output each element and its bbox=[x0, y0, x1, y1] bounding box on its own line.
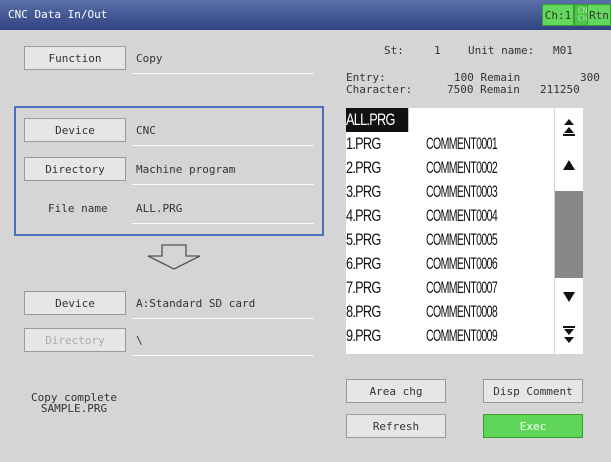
file-row[interactable]: 1.PRG COMMENT0001 bbox=[346, 132, 554, 156]
display-comment-button[interactable]: Disp Comment bbox=[483, 379, 583, 403]
dest-device-button[interactable]: Device bbox=[24, 291, 126, 315]
file-name: 3.PRG bbox=[346, 182, 381, 201]
entry-value: 100 Remain bbox=[454, 71, 521, 84]
scroll-top-button[interactable] bbox=[555, 108, 583, 146]
entry-label: Entry: bbox=[346, 71, 386, 84]
file-comment: COMMENT0003 bbox=[426, 182, 498, 201]
character-remain-value: 211250 bbox=[540, 83, 580, 96]
status-message: Copy complete SAMPLE.PRG bbox=[24, 392, 124, 414]
file-comment: COMMENT0002 bbox=[426, 158, 498, 177]
file-name: ALL.PRG bbox=[346, 108, 409, 132]
source-device-value: CNC bbox=[136, 124, 156, 137]
exec-button[interactable]: Exec bbox=[483, 414, 583, 438]
source-filename-value: ALL.PRG bbox=[136, 202, 183, 215]
dest-directory-value: \ bbox=[136, 334, 143, 347]
file-row[interactable]: 8.PRG COMMENT0008 bbox=[346, 300, 554, 324]
title-bar: CNC Data In/Out Ch:1 CNC Chg Rtn bbox=[0, 0, 611, 30]
station-label: St: bbox=[384, 44, 404, 57]
character-value: 7500 Remain bbox=[447, 83, 520, 96]
file-row[interactable]: 9.PRG COMMENT0009 bbox=[346, 324, 554, 348]
file-name: 6.PRG bbox=[346, 254, 381, 273]
station-value: 1 bbox=[434, 44, 441, 57]
file-name: 2.PRG bbox=[346, 158, 381, 177]
file-row[interactable]: 2.PRG COMMENT0002 bbox=[346, 156, 554, 180]
dest-directory-underline bbox=[132, 355, 314, 356]
refresh-button[interactable]: Refresh bbox=[346, 414, 446, 438]
function-underline bbox=[132, 73, 314, 74]
double-down-arrow-icon bbox=[563, 326, 575, 343]
scroll-bottom-button[interactable] bbox=[555, 316, 583, 354]
cnc-data-in-out-screen: CNC Data In/Out Ch:1 CNC Chg Rtn Functio… bbox=[0, 0, 611, 462]
function-button[interactable]: Function bbox=[24, 46, 126, 70]
file-row[interactable]: 6.PRG COMMENT0006 bbox=[346, 252, 554, 276]
down-arrow-icon bbox=[563, 292, 575, 302]
file-comment: COMMENT0007 bbox=[426, 278, 498, 297]
dest-device-underline bbox=[132, 318, 314, 319]
file-name: 9.PRG bbox=[346, 326, 381, 345]
file-list-scrollbar[interactable] bbox=[555, 108, 583, 354]
double-up-arrow-icon bbox=[563, 119, 575, 136]
dest-directory-button[interactable]: Directory bbox=[24, 328, 126, 352]
file-comment: COMMENT0008 bbox=[426, 302, 498, 321]
source-device-button[interactable]: Device bbox=[24, 118, 126, 142]
area-change-button[interactable]: Area chg bbox=[346, 379, 446, 403]
transfer-arrow-icon bbox=[147, 244, 201, 270]
file-name: 5.PRG bbox=[346, 230, 381, 249]
function-value: Copy bbox=[136, 52, 163, 65]
scroll-up-button[interactable] bbox=[555, 146, 583, 184]
file-comment: COMMENT0004 bbox=[426, 206, 498, 225]
file-row[interactable]: 4.PRG COMMENT0004 bbox=[346, 204, 554, 228]
file-comment: COMMENT0005 bbox=[426, 230, 498, 249]
file-row[interactable]: 7.PRG COMMENT0007 bbox=[346, 276, 554, 300]
source-filename-label: File name bbox=[48, 202, 108, 215]
file-name: 4.PRG bbox=[346, 206, 381, 225]
dest-device-value: A:Standard SD card bbox=[136, 297, 256, 310]
file-name: 8.PRG bbox=[346, 302, 381, 321]
scroll-track[interactable] bbox=[555, 185, 583, 278]
file-row[interactable]: ALL.PRG bbox=[346, 108, 554, 132]
source-directory-value: Machine program bbox=[136, 163, 236, 176]
source-device-underline bbox=[132, 145, 314, 146]
up-arrow-icon bbox=[563, 160, 575, 170]
unit-name-value: M01 bbox=[553, 44, 573, 57]
character-label: Character: bbox=[346, 83, 413, 96]
file-comment: COMMENT0009 bbox=[426, 326, 498, 345]
window-title: CNC Data In/Out bbox=[8, 8, 108, 21]
file-comment: COMMENT0006 bbox=[426, 254, 498, 273]
file-row[interactable]: 3.PRG COMMENT0003 bbox=[346, 180, 554, 204]
channel-button[interactable]: Ch:1 bbox=[542, 4, 574, 26]
return-button[interactable]: Rtn bbox=[587, 4, 611, 26]
file-row[interactable]: 5.PRG COMMENT0005 bbox=[346, 228, 554, 252]
source-filename-underline bbox=[132, 223, 314, 224]
file-name: 1.PRG bbox=[346, 134, 381, 153]
status-line-2: SAMPLE.PRG bbox=[40, 402, 108, 415]
unit-name-label: Unit name: bbox=[468, 44, 535, 57]
scroll-thumb[interactable] bbox=[555, 185, 583, 191]
source-directory-underline bbox=[132, 184, 314, 185]
source-directory-button[interactable]: Directory bbox=[24, 157, 126, 181]
entry-remain-value: 300 bbox=[580, 71, 600, 84]
file-name: 7.PRG bbox=[346, 278, 381, 297]
scroll-down-button[interactable] bbox=[555, 278, 583, 316]
file-list[interactable]: ALL.PRG 1.PRG COMMENT0001 2.PRG COMMENT000… bbox=[346, 108, 554, 354]
file-comment: COMMENT0001 bbox=[426, 134, 498, 153]
